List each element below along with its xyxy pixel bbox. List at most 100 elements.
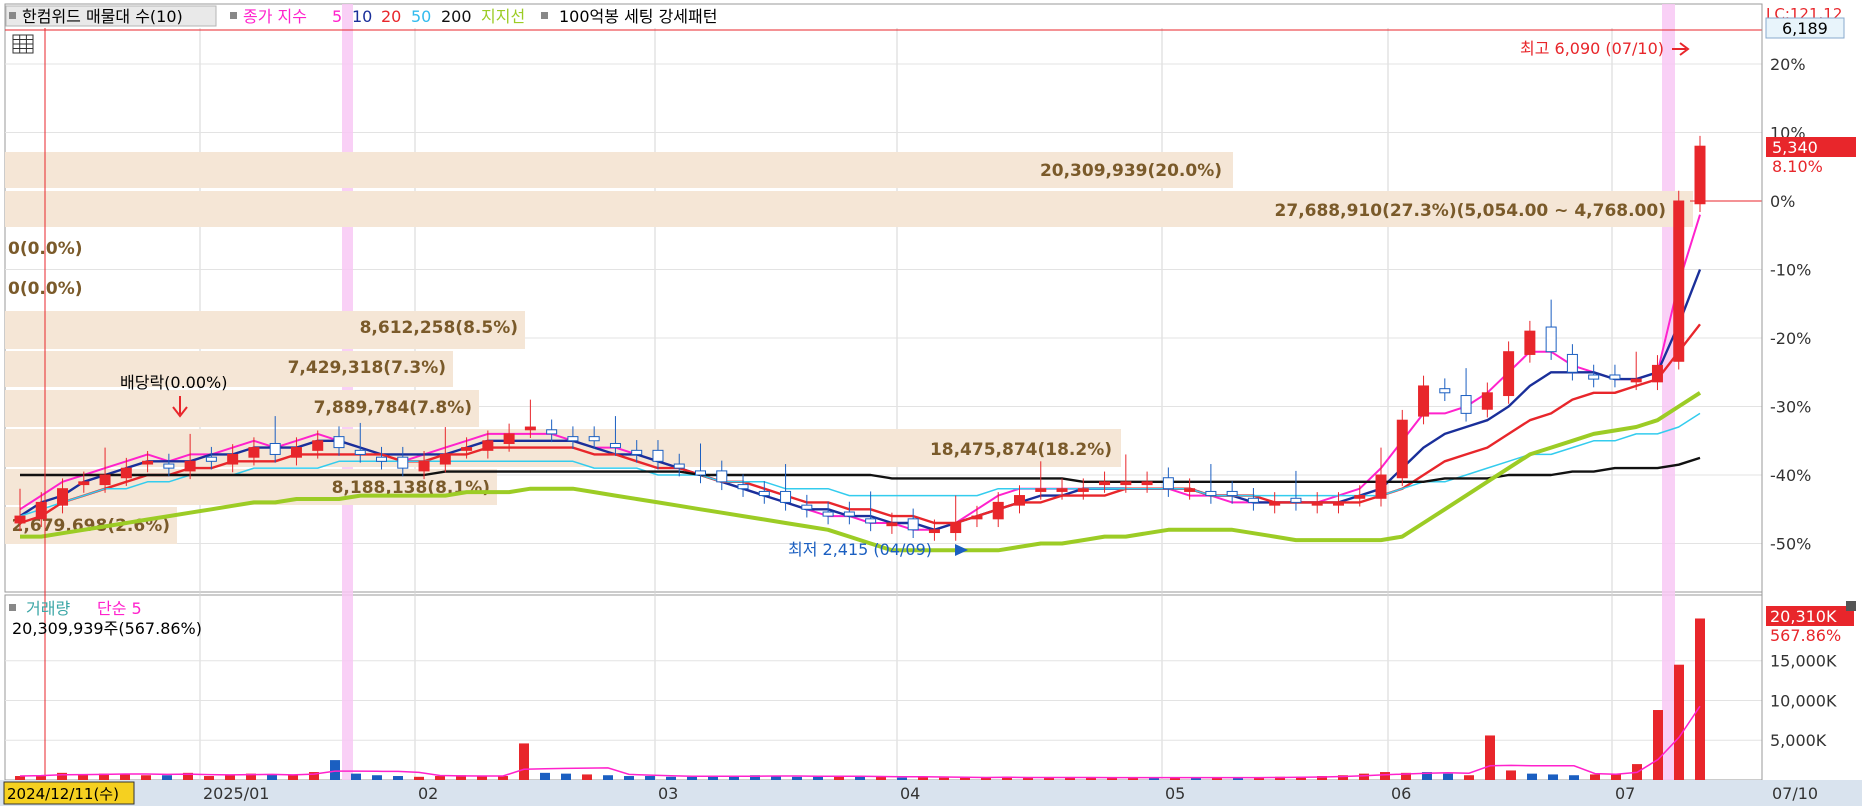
stock-chart[interactable]: 20,309,939(20.0%) 27,688,910(27.3%)(5,054… <box>0 0 1862 806</box>
candle-up <box>950 522 962 534</box>
price-axis-tick: -50% <box>1770 535 1811 554</box>
volume-bar <box>435 776 445 780</box>
candle-up <box>312 440 324 451</box>
candle-up <box>99 474 111 486</box>
candle-down <box>1226 490 1238 497</box>
volume-bar <box>330 760 340 780</box>
volume-bar <box>288 775 298 780</box>
candle-up <box>1269 501 1281 506</box>
candle-up <box>1035 488 1047 492</box>
candle-down <box>716 470 728 483</box>
volume-legend-ma[interactable]: 단순 5 <box>97 599 142 618</box>
candle-up <box>1141 481 1153 486</box>
volume-legend-label[interactable]: 거래량 <box>26 599 70 618</box>
volume-bar <box>1380 772 1390 780</box>
volume-bar <box>561 773 571 780</box>
legend-ma-50[interactable]: 50 <box>411 7 431 26</box>
candle-up <box>1120 481 1132 486</box>
candle-up <box>14 515 26 524</box>
candle-down <box>907 518 919 531</box>
candle-up <box>1099 481 1111 486</box>
volume-profile-label: 7,889,784(7.8%) <box>314 398 472 418</box>
volume-bar <box>519 743 529 780</box>
volume-profile-label: 8,612,258(8.5%) <box>360 318 518 338</box>
candle-up <box>928 529 940 534</box>
legend-ma-10[interactable]: 10 <box>352 7 372 26</box>
volume-bar <box>792 776 802 780</box>
volume-bar <box>1695 618 1705 780</box>
legend-ma-200[interactable]: 200 <box>441 7 472 26</box>
candle-up <box>78 481 90 486</box>
price-axis-tick: -10% <box>1770 261 1811 280</box>
candle-down <box>546 429 558 435</box>
candle-down <box>737 484 749 490</box>
candle-up <box>248 447 260 458</box>
candle-up <box>971 515 983 520</box>
volume-profile-label: 27,688,910(27.3%)(5,054.00 ~ 4,768.00) <box>1275 201 1666 221</box>
price-axis-tick: 20% <box>1770 55 1806 74</box>
volume-bar <box>393 776 403 780</box>
candle-up <box>1184 488 1196 492</box>
time-axis-month-label: 05 <box>1165 784 1185 803</box>
legend-ma-20[interactable]: 20 <box>381 7 401 26</box>
candle-down <box>758 490 770 497</box>
volume-bar <box>1359 773 1369 780</box>
volume-bar <box>687 776 697 780</box>
price-axis-tick: -30% <box>1770 398 1811 417</box>
candle-up <box>418 460 430 472</box>
volume-profile-label: 20,309,939(20.0%) <box>1040 161 1222 181</box>
volume-axis-tick: 15,000K <box>1770 652 1837 671</box>
volume-bar <box>939 777 949 780</box>
current-change-text: 8.10% <box>1772 157 1823 176</box>
candle-up <box>142 460 154 465</box>
price-top-badge-text: 6,189 <box>1782 19 1828 38</box>
candle-down <box>801 504 813 510</box>
price-axis-tick: -40% <box>1770 466 1811 485</box>
candle-up <box>482 440 494 451</box>
candle-up <box>1503 351 1515 397</box>
legend-pattern-label[interactable]: 100억봉 세팅 강세패턴 <box>559 7 717 26</box>
candle-up <box>439 453 451 465</box>
candle-up <box>1354 495 1366 499</box>
candle-down <box>843 511 855 517</box>
volume-current-value: 20,309,939주(567.86%) <box>12 619 202 638</box>
candle-up <box>1694 145 1706 205</box>
volume-bar <box>1590 774 1600 780</box>
candle-up <box>1013 495 1025 506</box>
volume-bar <box>414 776 424 780</box>
candle-down <box>673 463 685 469</box>
volume-bar <box>351 773 361 780</box>
legend-ma-5[interactable]: 5 <box>332 7 342 26</box>
candle-up <box>290 447 302 458</box>
volume-bar <box>1569 775 1579 780</box>
volume-profile-label: 7,429,318(7.3%) <box>288 358 446 378</box>
candle-down <box>333 436 345 449</box>
candle-down <box>1247 497 1259 503</box>
legend-support-line[interactable]: 지지선 <box>481 7 525 26</box>
time-axis-month-label: 07 <box>1615 784 1635 803</box>
time-axis-bar <box>0 780 1862 806</box>
pattern-highlight-band <box>1662 4 1675 780</box>
volume-bar <box>624 776 634 780</box>
candle-up <box>886 522 898 527</box>
candle-up <box>1651 364 1663 383</box>
volume-current-badge-text: 20,310K <box>1770 607 1837 626</box>
volume-bar <box>813 776 823 780</box>
candle-up <box>524 426 536 431</box>
volume-axis-tick: 5,000K <box>1770 731 1827 750</box>
legend-ma-label[interactable]: 종가 지수 <box>243 7 307 26</box>
candle-up <box>1396 419 1408 479</box>
candle-down <box>1545 326 1557 353</box>
candle-up <box>1077 488 1089 492</box>
volume-bar <box>645 776 655 780</box>
volume-bar <box>1653 710 1663 780</box>
volume-bar <box>267 774 277 780</box>
volume-bar <box>204 776 214 780</box>
volume-bar <box>1485 735 1495 780</box>
legend-title[interactable]: 한컴위드 매물대 수(10) <box>22 7 183 26</box>
volume-panel-close-icon[interactable] <box>1846 601 1856 611</box>
volume-bar <box>876 776 886 780</box>
candle-up <box>1418 385 1430 417</box>
candle-up <box>184 460 196 472</box>
volume-bar <box>1674 664 1684 780</box>
